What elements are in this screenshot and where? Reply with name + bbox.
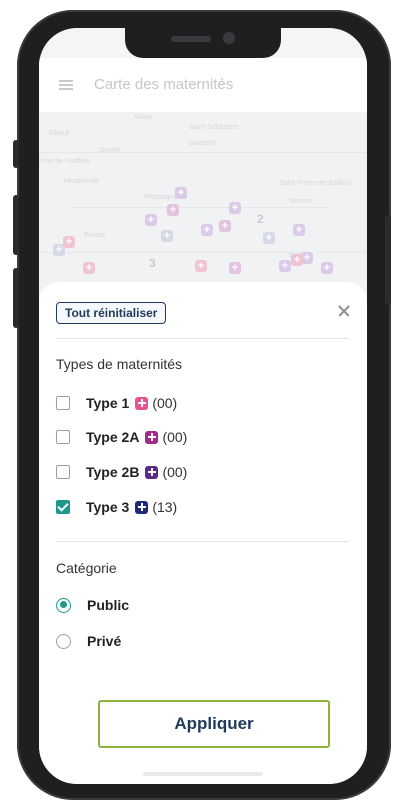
- maternity-marker[interactable]: +: [291, 254, 303, 266]
- type-1-checkbox[interactable]: [56, 396, 70, 410]
- map-place-label: Pont de Radhon: [39, 158, 90, 165]
- maternity-marker[interactable]: +: [83, 262, 95, 274]
- map-place-label: Heudreville: [64, 178, 100, 185]
- divider: [56, 541, 349, 542]
- maternity-plus-icon: [145, 430, 159, 444]
- close-icon[interactable]: [333, 300, 355, 322]
- volume-down-button: [13, 268, 19, 328]
- volume-up-button: [13, 195, 19, 255]
- type-2a-checkbox[interactable]: [56, 430, 70, 444]
- type-label: Type 2A: [86, 429, 140, 445]
- maternity-marker[interactable]: +: [229, 262, 241, 274]
- radio-label: Public: [87, 597, 130, 613]
- phone-screen: Carte des maternités Alizay Saint-Sébast…: [39, 28, 367, 784]
- front-camera: [223, 32, 235, 44]
- marker-cluster-count[interactable]: 3: [149, 256, 156, 270]
- types-section-title: Types de maternités: [56, 356, 183, 372]
- maternity-plus-icon: [135, 500, 149, 514]
- type-3-checkbox[interactable]: [56, 500, 70, 514]
- mute-switch: [13, 140, 19, 168]
- filter-sheet: Tout réinitialiser Types de maternités T…: [39, 282, 367, 784]
- type-2b-checkbox[interactable]: [56, 465, 70, 479]
- map-place-label: Saint-Sébastien: [189, 124, 239, 131]
- map-road: [69, 207, 329, 208]
- type-label: Type 3: [86, 499, 130, 515]
- map-place-label: Elbeuf: [49, 130, 69, 137]
- maternity-marker[interactable]: +: [229, 202, 241, 214]
- maternity-plus-icon: [135, 396, 149, 410]
- app-bar: Carte des maternités: [39, 58, 367, 112]
- maternity-marker[interactable]: +: [219, 220, 231, 232]
- maternity-marker[interactable]: +: [293, 224, 305, 236]
- map-place-label: Évreux: [84, 232, 106, 239]
- power-button: [385, 215, 391, 305]
- maternity-marker[interactable]: +: [279, 260, 291, 272]
- type-label: Type 2B: [86, 464, 140, 480]
- page-title: Carte des maternités: [94, 76, 234, 93]
- map-place-label: Ouville: [99, 147, 121, 154]
- type-label: Type 1: [86, 395, 130, 411]
- type-2b-option[interactable]: Type 2B (00): [56, 463, 187, 481]
- divider: [56, 338, 349, 339]
- maternity-marker[interactable]: +: [63, 236, 75, 248]
- menu-icon[interactable]: [59, 80, 73, 90]
- reset-all-button[interactable]: Tout réinitialiser: [56, 302, 167, 324]
- type-count: (00): [152, 395, 178, 411]
- category-private-option[interactable]: Privé: [56, 632, 121, 650]
- public-radio[interactable]: [56, 597, 71, 613]
- type-count: (00): [162, 464, 188, 480]
- speaker-grille: [171, 36, 211, 42]
- apply-button[interactable]: Appliquer: [98, 700, 330, 748]
- category-section-title: Catégorie: [56, 560, 117, 576]
- maternity-marker[interactable]: +: [263, 232, 275, 244]
- maternity-plus-icon: [145, 465, 159, 479]
- maternity-marker[interactable]: +: [145, 214, 157, 226]
- maternity-marker[interactable]: +: [201, 224, 213, 236]
- maternity-marker[interactable]: +: [321, 262, 333, 274]
- maternity-marker[interactable]: +: [195, 260, 207, 272]
- maternity-marker[interactable]: +: [167, 204, 179, 216]
- private-radio[interactable]: [56, 633, 71, 649]
- marker-cluster-count[interactable]: 2: [257, 212, 264, 226]
- notch: [125, 28, 281, 58]
- map-place-label: Saint-Pierre-de-Bailleul: [279, 180, 351, 187]
- maternity-marker[interactable]: +: [161, 230, 173, 242]
- map-place-label: Daubeuf: [189, 140, 216, 147]
- maternity-marker[interactable]: +: [175, 187, 187, 199]
- map-place-label: Pressagny: [144, 194, 178, 201]
- radio-label: Privé: [87, 633, 122, 649]
- map-road: [39, 152, 367, 153]
- home-indicator: [143, 772, 263, 776]
- type-1-option[interactable]: Type 1 (00): [56, 394, 177, 412]
- type-3-option[interactable]: Type 3 (13): [56, 498, 177, 516]
- map-road: [39, 252, 367, 253]
- map-place-label: Alizay: [134, 114, 153, 121]
- category-public-option[interactable]: Public: [56, 596, 129, 614]
- type-count: (00): [162, 429, 188, 445]
- type-count: (13): [152, 499, 178, 515]
- type-2a-option[interactable]: Type 2A (00): [56, 428, 187, 446]
- map-place-label: Vernon: [289, 198, 312, 205]
